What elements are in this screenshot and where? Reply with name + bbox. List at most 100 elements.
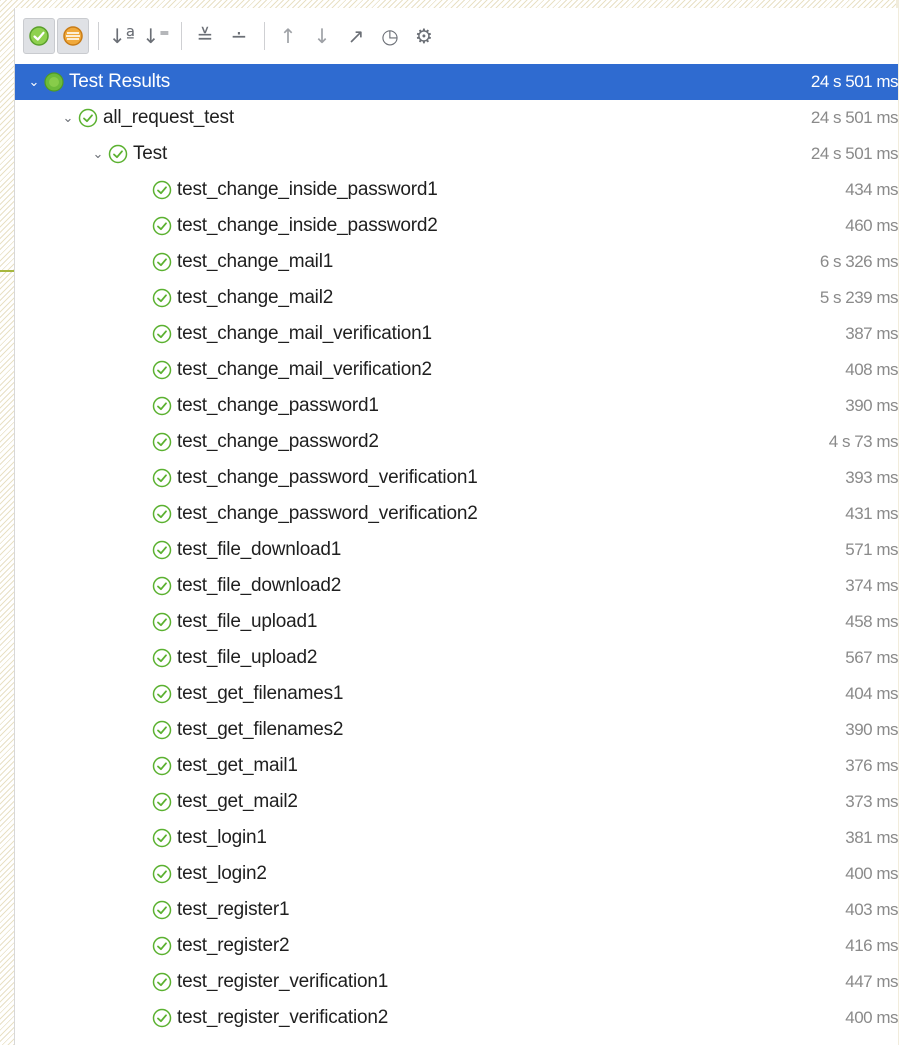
test-row[interactable]: test_get_mail1 376 ms [15,748,898,784]
tree-node-suite[interactable]: ⌄ all_request_test 24 s 501 ms [15,100,899,136]
test-row[interactable]: test_file_download2 374 ms [15,568,898,604]
test-name-label: test_change_mail2 [177,287,334,308]
test-row[interactable]: test_register_verification2 400 ms [15,1000,898,1036]
test-row[interactable]: test_register1 403 ms [15,892,898,928]
duration-label: 460 ms [845,216,898,235]
test-passed-icon [152,756,172,776]
test-row[interactable]: test_change_mail1 6 s 326 ms [15,244,899,280]
test-name-label: test_file_download2 [177,575,342,596]
test-row[interactable]: test_register2 416 ms [15,928,898,964]
duration-label: 416 ms [845,936,898,955]
previous-test-button[interactable]: ↑ [272,18,304,54]
sort-alphabetically-button[interactable]: ↓ª [106,18,138,54]
collapse-all-button[interactable]: ∸ [223,18,255,54]
test-row[interactable]: test_get_mail2 373 ms [15,784,898,820]
test-name-label: test_register1 [177,899,290,920]
test-row[interactable]: test_change_password_verification2 431 ms [15,496,898,532]
duration-label: 404 ms [845,684,898,703]
test-passed-icon [108,144,128,164]
test-passed-icon [152,288,172,308]
show-ignored-button[interactable] [57,18,89,54]
test-name-label: test_change_password2 [177,431,379,452]
test-results-panel: ↓ª ↓⁼ ≚ ∸ ↑ ↓ ↗ ◷ ⚙ ⌄ Test Results 24 s … [14,8,899,1045]
settings-icon: ⚙ [415,24,433,48]
next-test-icon: ↓ [313,24,331,48]
test-passed-icon [44,72,64,92]
test-row[interactable]: test_change_mail_verification2 408 ms [15,352,898,388]
test-row[interactable]: test_change_password1 390 ms [15,388,898,424]
next-test-button[interactable]: ↓ [306,18,338,54]
expand-all-button[interactable]: ≚ [189,18,221,54]
duration-label: 24 s 501 ms [810,144,899,163]
test-runner-toolbar: ↓ª ↓⁼ ≚ ∸ ↑ ↓ ↗ ◷ ⚙ [15,8,898,64]
test-name-label: test_change_mail_verification1 [177,323,432,344]
duration-label: 24 s 501 ms [810,72,899,91]
background-hatch-left [0,0,14,1045]
test-passed-icon [152,576,172,596]
test-passed-icon [152,216,172,236]
collapse-all-icon: ∸ [230,24,248,48]
test-passed-icon [152,864,172,884]
test-name-label: test_change_inside_password2 [177,215,438,236]
test-passed-icon [152,828,172,848]
test-name-label: test_file_upload1 [177,611,318,632]
tree-node-label: Test Results [69,71,171,92]
test-row[interactable]: test_change_mail2 5 s 239 ms [15,280,899,316]
test-row[interactable]: test_login2 400 ms [15,856,898,892]
export-button[interactable]: ↗ [340,18,372,54]
test-name-label: test_get_filenames2 [177,719,344,740]
test-passed-icon [152,252,172,272]
test-name-label: test_file_download1 [177,539,342,560]
test-passed-icon [152,720,172,740]
test-row[interactable]: test_change_password2 4 s 73 ms [15,424,899,460]
previous-test-icon: ↑ [279,24,297,48]
test-row[interactable]: test_register_verification1 447 ms [15,964,898,1000]
duration-label: 571 ms [845,540,898,559]
test-name-label: test_change_mail1 [177,251,334,272]
duration-label: 374 ms [845,576,898,595]
test-row[interactable]: test_get_filenames1 404 ms [15,676,898,712]
duration-label: 24 s 501 ms [810,108,899,127]
test-name-label: test_get_filenames1 [177,683,344,704]
tree-root-test-results[interactable]: ⌄ Test Results 24 s 501 ms [15,64,899,100]
duration-label: 393 ms [845,468,898,487]
test-row[interactable]: test_file_upload2 567 ms [15,640,898,676]
test-passed-icon [152,792,172,812]
show-passed-icon [29,26,49,46]
sort-by-duration-button[interactable]: ↓⁼ [140,18,172,54]
sort-by-duration-icon: ↓⁼ [142,24,170,48]
duration-label: 434 ms [845,180,898,199]
test-name-label: test_get_mail1 [177,755,298,776]
test-passed-icon [152,324,172,344]
toolbar-separator [181,22,182,50]
test-row[interactable]: test_change_mail_verification1 387 ms [15,316,898,352]
test-name-label: test_get_mail2 [177,791,298,812]
test-row[interactable]: test_login1 381 ms [15,820,898,856]
test-row[interactable]: test_change_inside_password2 460 ms [15,208,898,244]
collapse-arrow-icon[interactable]: ⌄ [25,75,43,90]
settings-button[interactable]: ⚙ [408,18,440,54]
duration-label: 390 ms [845,396,898,415]
test-results-tree: ⌄ Test Results 24 s 501 ms ⌄ all_request… [15,64,899,1036]
test-row[interactable]: test_file_upload1 458 ms [15,604,898,640]
duration-label: 4 s 73 ms [828,432,899,451]
sort-alphabetically-icon: ↓ª [108,24,136,48]
collapse-arrow-icon[interactable]: ⌄ [89,147,107,162]
test-name-label: test_register_verification1 [177,971,389,992]
test-passed-icon [152,684,172,704]
test-name-label: test_change_inside_password1 [177,179,438,200]
show-passed-button[interactable] [23,18,55,54]
test-history-button[interactable]: ◷ [374,18,406,54]
test-row[interactable]: test_change_password_verification1 393 ms [15,460,898,496]
test-row[interactable]: test_get_filenames2 390 ms [15,712,898,748]
export-icon: ↗ [347,24,365,48]
test-row[interactable]: test_file_download1 571 ms [15,532,898,568]
test-row[interactable]: test_change_inside_password1 434 ms [15,172,898,208]
show-ignored-icon [63,26,83,46]
duration-label: 5 s 239 ms [819,288,899,307]
background-hatch-top [0,0,899,8]
collapse-arrow-icon[interactable]: ⌄ [59,111,77,126]
tree-node-class[interactable]: ⌄ Test 24 s 501 ms [15,136,899,172]
duration-label: 431 ms [845,504,898,523]
test-passed-icon [152,396,172,416]
